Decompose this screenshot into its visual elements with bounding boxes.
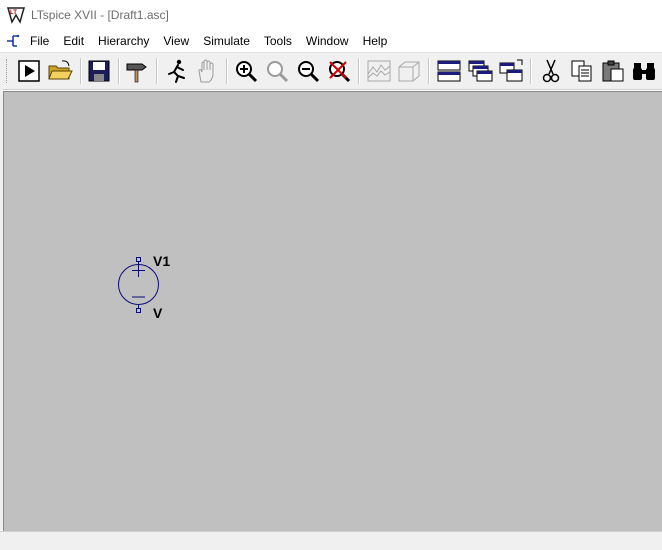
voltage-source-v1[interactable]: V1 V [114, 253, 194, 324]
cascade-icon [468, 60, 493, 82]
runner-icon [168, 59, 185, 83]
menu-file[interactable]: File [23, 33, 56, 49]
find-icon [633, 63, 655, 80]
box-3d-icon [398, 61, 420, 82]
menu-window[interactable]: Window [299, 33, 356, 49]
toolbar [0, 52, 662, 90]
copy-button[interactable] [569, 58, 595, 84]
component-value-label[interactable]: V [153, 305, 162, 321]
find-button[interactable] [631, 58, 657, 84]
cut-button[interactable] [538, 58, 564, 84]
toolbar-separator [530, 58, 532, 84]
tile-horizontal-button[interactable] [436, 58, 462, 84]
copy-icon [571, 60, 592, 82]
zoom-fit-icon [267, 61, 289, 83]
zoom-in-icon [236, 61, 258, 83]
pin-top [136, 257, 141, 262]
toolbar-separator [226, 58, 228, 84]
toolbar-separator [80, 58, 82, 84]
menu-hierarchy[interactable]: Hierarchy [91, 33, 156, 49]
svg-text:LT: LT [10, 10, 17, 16]
tile-vertical-icon [499, 59, 523, 82]
run-simulation-button[interactable] [163, 58, 189, 84]
run-button[interactable] [16, 58, 42, 84]
menu-help[interactable]: Help [356, 33, 395, 49]
hand-icon [198, 59, 214, 83]
hammer-button[interactable] [124, 58, 150, 84]
title-bar[interactable]: LT LTspice XVII - [Draft1.asc] [0, 0, 662, 30]
status-bar [0, 531, 662, 550]
ltspice-app-icon: LT [7, 7, 25, 24]
toolbar-separator [358, 58, 360, 84]
menu-simulate[interactable]: Simulate [196, 33, 257, 49]
box-3d-button[interactable] [396, 58, 422, 84]
toolbar-separator [156, 58, 158, 84]
menu-items: File Edit Hierarchy View Simulate Tools … [23, 33, 394, 49]
cut-icon [542, 59, 560, 83]
paste-icon [602, 60, 624, 82]
toolbar-grip[interactable] [6, 59, 9, 83]
zoom-out-button[interactable] [295, 58, 321, 84]
zoom-cancel-button[interactable] [326, 58, 352, 84]
zoom-out-icon [298, 61, 320, 83]
save-icon [88, 60, 110, 82]
waveform-icon [367, 60, 391, 82]
schematic-system-icon[interactable] [5, 33, 21, 49]
menu-view[interactable]: View [156, 33, 196, 49]
open-button[interactable] [47, 58, 73, 84]
pin-bottom [136, 308, 141, 313]
menu-bar: File Edit Hierarchy View Simulate Tools … [0, 31, 662, 51]
toolbar-separator [428, 58, 430, 84]
zoom-in-button[interactable] [233, 58, 259, 84]
run-icon [18, 60, 40, 82]
component-name-label[interactable]: V1 [153, 253, 170, 269]
schematic-canvas[interactable]: V1 V [3, 91, 662, 531]
window-title: LTspice XVII - [Draft1.asc] [31, 8, 169, 22]
toolbar-separator [118, 58, 120, 84]
waveform-button[interactable] [366, 58, 392, 84]
cascade-button[interactable] [467, 58, 493, 84]
zoom-fit-button[interactable] [264, 58, 290, 84]
tile-horizontal-icon [437, 60, 461, 82]
zoom-cancel-icon [329, 61, 351, 83]
paste-button[interactable] [600, 58, 626, 84]
tile-vertical-button[interactable] [498, 58, 524, 84]
menu-edit[interactable]: Edit [56, 33, 91, 49]
menu-tools[interactable]: Tools [257, 33, 299, 49]
save-button[interactable] [86, 58, 112, 84]
open-folder-icon [48, 60, 73, 80]
hammer-icon [126, 63, 147, 83]
pan-button[interactable] [194, 58, 220, 84]
